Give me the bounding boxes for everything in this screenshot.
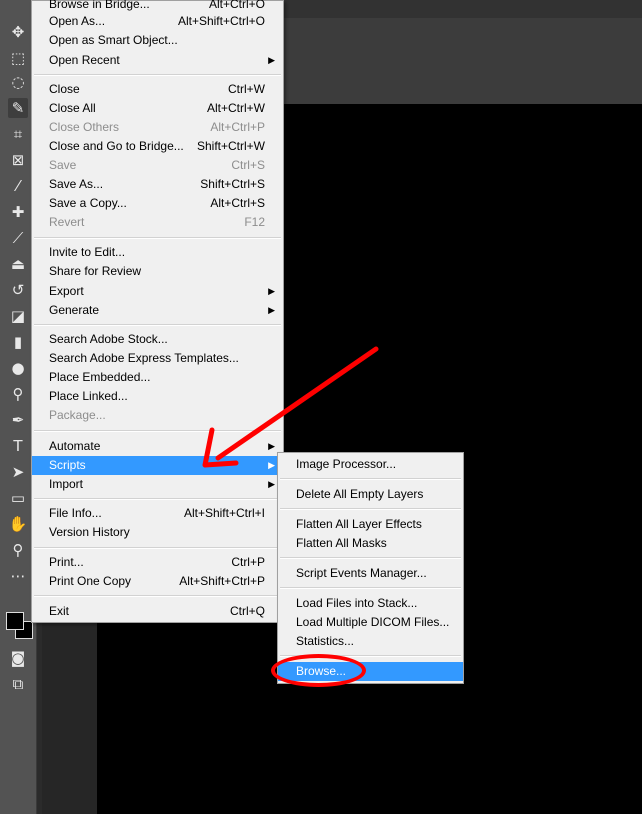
menu-item-automate[interactable]: Automate ▶ <box>32 437 283 456</box>
menu-item-close-and-go-to-bridge[interactable]: Close and Go to Bridge... Shift+Ctrl+W <box>32 137 283 156</box>
pen-icon[interactable]: ✒ <box>8 410 28 430</box>
gradient-icon[interactable]: ▮ <box>8 332 28 352</box>
submenu-arrow-icon: ▶ <box>268 479 275 489</box>
menu-item-close[interactable]: Close Ctrl+W <box>32 80 283 99</box>
menu-separator <box>280 557 461 559</box>
menu-separator <box>34 498 281 500</box>
menu-item-version-history[interactable]: Version History <box>32 523 283 542</box>
submenu-item-load-multiple-dicom-files[interactable]: Load Multiple DICOM Files... <box>278 613 463 632</box>
menu-item-save: Save Ctrl+S <box>49 158 265 172</box>
lasso-icon[interactable]: ◌ <box>8 72 28 92</box>
menu-item-exit[interactable]: Exit Ctrl+Q <box>32 602 283 621</box>
eyedropper-icon[interactable]: ⁄ <box>8 176 28 196</box>
menu-item-search-adobe-stock[interactable]: Search Adobe Stock... <box>32 330 283 349</box>
menu-item-scripts[interactable]: Scripts ▶ <box>32 456 283 475</box>
menu-separator <box>280 478 461 480</box>
submenu-arrow-icon: ▶ <box>268 441 275 451</box>
annotation-circle <box>271 654 366 687</box>
submenu-item-script-events-manager[interactable]: Script Events Manager... <box>278 564 463 583</box>
menu-separator <box>34 74 281 76</box>
menu-item-print[interactable]: Print... Ctrl+P <box>32 553 283 572</box>
menu-item-save-as[interactable]: Save As... Shift+Ctrl+S <box>32 175 283 194</box>
type-icon[interactable]: T <box>8 436 28 456</box>
submenu-arrow-icon: ▶ <box>268 460 275 470</box>
hand-icon[interactable]: ✋ <box>8 514 28 534</box>
submenu-item-flatten-all-masks[interactable]: Flatten All Masks <box>278 534 463 553</box>
menu-separator <box>34 324 281 326</box>
screen-mode-icon[interactable]: ⧉ <box>8 674 28 694</box>
menu-item-search-adobe-express-templates[interactable]: Search Adobe Express Templates... <box>32 349 283 368</box>
brush-icon[interactable]: ⟋ <box>8 228 28 248</box>
submenu-item-delete-all-empty-layers[interactable]: Delete All Empty Layers <box>278 485 463 504</box>
menu-item-close-all[interactable]: Close All Alt+Ctrl+W <box>32 99 283 118</box>
submenu-item-load-files-into-stack[interactable]: Load Files into Stack... <box>278 594 463 613</box>
crop-icon[interactable]: ⌗ <box>8 124 28 144</box>
menu-separator <box>34 237 281 239</box>
rectangle-icon[interactable]: ▭ <box>8 488 28 508</box>
submenu-arrow-icon: ▶ <box>268 286 275 296</box>
history-brush-icon[interactable]: ↺ <box>8 280 28 300</box>
menu-item-file-info[interactable]: File Info... Alt+Shift+Ctrl+I <box>32 504 283 523</box>
menu-item-open-as[interactable]: Open As... Alt+Shift+Ctrl+O <box>32 12 283 31</box>
menu-item-generate[interactable]: Generate ▶ <box>32 301 283 320</box>
menu-item-revert: Revert F12 <box>49 215 265 229</box>
document-tab-bar <box>282 0 642 18</box>
more-icon[interactable]: ⋯ <box>8 566 28 586</box>
submenu-item-flatten-all-layer-effects[interactable]: Flatten All Layer Effects <box>278 515 463 534</box>
quick-mask-icon[interactable]: ◙ <box>8 648 28 668</box>
file-menu: Browse in Bridge... Alt+Ctrl+O Open As...… <box>31 0 284 623</box>
menu-item-place-linked[interactable]: Place Linked... <box>32 387 283 406</box>
menu-item-share-for-review[interactable]: Share for Review <box>32 262 283 281</box>
menu-item-package: Package... <box>49 408 106 422</box>
menu-separator <box>280 587 461 589</box>
menu-item-open-recent[interactable]: Open Recent ▶ <box>32 51 283 70</box>
menu-item-invite-to-edit[interactable]: Invite to Edit... <box>32 243 283 262</box>
menu-item-place-embedded[interactable]: Place Embedded... <box>32 368 283 387</box>
menu-item-import[interactable]: Import ▶ <box>32 475 283 494</box>
menu-item-export[interactable]: Export ▶ <box>32 282 283 301</box>
scripts-submenu: Image Processor... Delete All Empty Laye… <box>277 452 464 684</box>
submenu-arrow-icon: ▶ <box>268 55 275 65</box>
submenu-item-statistics[interactable]: Statistics... <box>278 632 463 651</box>
menu-separator <box>34 595 281 597</box>
healing-icon[interactable]: ✚ <box>8 202 28 222</box>
menu-item-open-smart-object[interactable]: Open as Smart Object... <box>32 31 283 50</box>
zoom-icon[interactable]: ⚲ <box>8 540 28 560</box>
menu-item-close-others: Close Others Alt+Ctrl+P <box>49 120 265 134</box>
move-icon[interactable]: ✥ <box>8 22 28 42</box>
submenu-arrow-icon: ▶ <box>268 305 275 315</box>
stamp-icon[interactable]: ⏏ <box>8 254 28 274</box>
menu-item-print-one-copy[interactable]: Print One Copy Alt+Shift+Ctrl+P <box>32 572 283 591</box>
menu-separator <box>280 508 461 510</box>
document-header <box>282 18 642 104</box>
path-select-icon[interactable]: ➤ <box>8 462 28 482</box>
menu-separator <box>34 547 281 549</box>
menu-item-save-a-copy[interactable]: Save a Copy... Alt+Ctrl+S <box>32 194 283 213</box>
menu-separator <box>34 430 281 432</box>
marquee-icon[interactable]: ⬚ <box>8 48 28 68</box>
dodge-icon[interactable]: ⚲ <box>8 384 28 404</box>
eraser-icon[interactable]: ◪ <box>8 306 28 326</box>
foreground-color-swatch[interactable] <box>6 612 24 630</box>
blur-icon[interactable]: ● <box>8 358 28 378</box>
frame-icon[interactable]: ⊠ <box>8 150 28 170</box>
submenu-item-image-processor[interactable]: Image Processor... <box>278 455 463 474</box>
quick-select-icon[interactable]: ✎ <box>8 98 28 118</box>
